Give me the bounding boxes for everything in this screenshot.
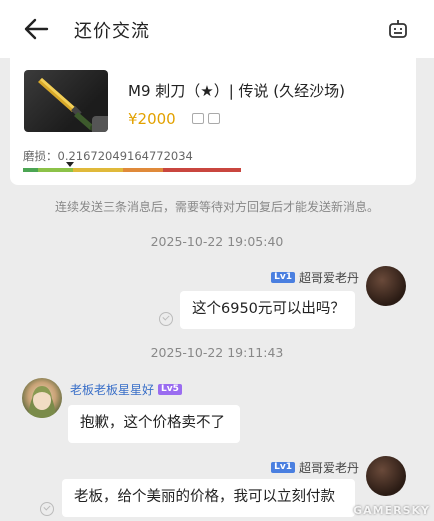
page-title: 还价交流 bbox=[74, 21, 150, 42]
sender-username: 超哥爱老丹 bbox=[298, 271, 359, 285]
knife-image bbox=[24, 70, 108, 132]
price-icons bbox=[192, 113, 220, 124]
top-bar: 还价交流 bbox=[0, 0, 434, 58]
level-badge: Lv1 bbox=[271, 462, 295, 473]
wear-bar bbox=[23, 168, 241, 172]
level-badge: Lv1 bbox=[271, 272, 295, 283]
sender-username: 超哥爱老丹 bbox=[298, 461, 359, 475]
sender-name: Lv1 超哥爱老丹 bbox=[271, 459, 359, 476]
sender-name: 老板老板星星好 Lv5 bbox=[70, 381, 182, 398]
wear-value: 0.21672049164772034 bbox=[57, 149, 193, 163]
avatar[interactable] bbox=[22, 378, 62, 418]
wear-marker bbox=[66, 162, 75, 167]
avatar[interactable] bbox=[366, 456, 406, 496]
read-check-icon bbox=[40, 502, 54, 516]
level-badge: Lv5 bbox=[158, 384, 182, 395]
avatar[interactable] bbox=[366, 266, 406, 306]
inspect-tag bbox=[92, 116, 108, 132]
message-timestamp: 2025-10-22 19:05:40 bbox=[150, 234, 284, 249]
back-arrow-icon[interactable] bbox=[22, 16, 50, 42]
sender-username: 老板老板星星好 bbox=[70, 383, 155, 397]
product-price: ¥2000 bbox=[128, 110, 176, 128]
rate-limit-notice: 连续发送三条消息后，需要等待对方回复后才能发送新消息。 bbox=[54, 200, 379, 214]
product-name: M9 刺刀（★）| 传说 (久经沙场) bbox=[128, 82, 345, 100]
message-bubble[interactable]: 老板，给个美丽的价格，我可以立刻付款 bbox=[62, 479, 355, 517]
watermark: GAMERSKY bbox=[353, 504, 430, 517]
tag-icon bbox=[208, 113, 220, 124]
product-card[interactable]: M9 刺刀（★）| 传说 (久经沙场) ¥2000 磨损：0.216720491… bbox=[10, 58, 416, 185]
wear-label: 磨损： bbox=[23, 149, 58, 163]
lock-icon bbox=[192, 113, 204, 124]
robot-icon[interactable] bbox=[386, 17, 410, 41]
message-bubble[interactable]: 抱歉，这个价格卖不了 bbox=[68, 405, 240, 443]
read-check-icon bbox=[159, 312, 173, 326]
message-timestamp: 2025-10-22 19:11:43 bbox=[150, 345, 284, 360]
wear-float: 磨损：0.21672049164772034 bbox=[23, 148, 193, 164]
sender-name: Lv1 超哥爱老丹 bbox=[271, 269, 359, 286]
message-bubble[interactable]: 这个6950元可以出吗？ bbox=[180, 291, 355, 329]
